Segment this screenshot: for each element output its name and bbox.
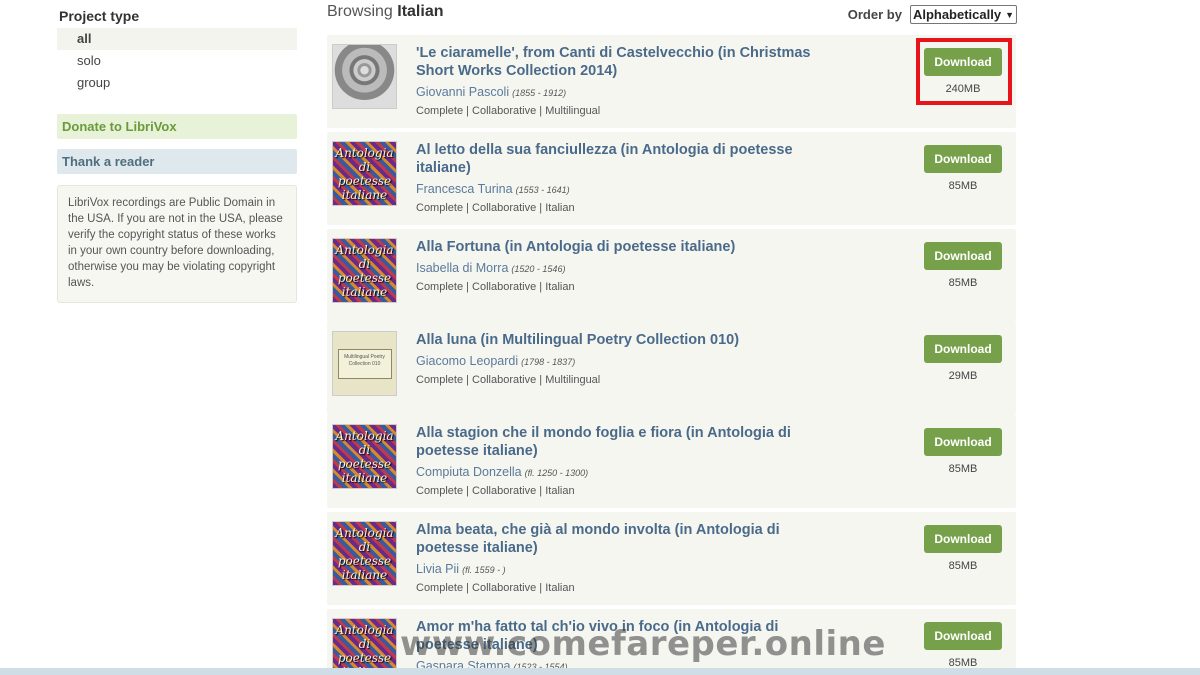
result-item: Multilingual Poetry Collection 010 Alla … <box>327 322 1016 415</box>
cover-image[interactable]: Antologia di poetesse italiane <box>332 521 397 586</box>
result-title[interactable]: Alla Fortuna (in Antologia di poetesse i… <box>416 238 836 256</box>
order-by-label: Order by <box>847 7 902 22</box>
result-title[interactable]: Al letto della sua fanciullezza (in Anto… <box>416 141 836 177</box>
download-button[interactable]: Download <box>924 242 1002 270</box>
cover-text: poetesse <box>337 173 392 188</box>
cover-text: Multilingual Poetry Collection 010 <box>337 348 392 379</box>
cover-text: poetesse <box>337 553 392 568</box>
result-title[interactable]: Alla stagion che il mondo foglia e fiora… <box>416 424 836 460</box>
result-meta: Complete | Collaborative | Italian <box>416 281 575 293</box>
thank-reader-link[interactable]: Thank a reader <box>57 149 297 174</box>
cover-image[interactable]: Multilingual Poetry Collection 010 <box>332 331 397 396</box>
download-button[interactable]: Download <box>924 335 1002 363</box>
cover-text: di <box>358 636 371 651</box>
author-name[interactable]: Livia Pii <box>416 562 459 576</box>
cover-text: italiane <box>341 470 388 485</box>
cover-image[interactable]: Antologia di poetesse italiane <box>332 238 397 303</box>
download-button[interactable]: Download <box>924 428 1002 456</box>
result-meta: Complete | Collaborative | Multilingual <box>416 374 601 386</box>
cover-text: italiane <box>341 567 388 582</box>
watermark: www.comefareper.online <box>400 624 886 664</box>
horizontal-scrollbar[interactable] <box>0 668 1200 675</box>
browse-prefix: Browsing <box>327 3 398 20</box>
result-meta: Complete | Collaborative | Multilingual <box>416 105 601 117</box>
file-size: 29MB <box>948 370 978 382</box>
cover-text: di <box>358 442 371 457</box>
filter-group[interactable]: group <box>57 72 297 94</box>
project-type-heading: Project type <box>59 8 140 24</box>
cover-image[interactable]: Antologia di poetesse italiane <box>332 618 397 675</box>
cover-image[interactable]: Antologia di poetesse italiane <box>332 141 397 206</box>
results-panel: Browsing Italian Order by Alphabetically… <box>327 0 1017 675</box>
page-title: Browsing Italian <box>327 3 443 21</box>
cover-text: poetesse <box>337 270 392 285</box>
result-author: Giacomo Leopardi (1798 - 1837) <box>416 354 575 368</box>
highlight-box <box>916 38 1012 105</box>
cover-text: italiane <box>341 187 388 202</box>
result-meta: Complete | Collaborative | Italian <box>416 582 575 594</box>
order-by-select[interactable]: Alphabetically ▼ <box>909 5 1017 24</box>
project-type-filter-list: all solo group <box>57 28 297 94</box>
result-author: Livia Pii (fl. 1559 - ) <box>416 562 506 576</box>
cover-text: Antologia <box>335 145 394 160</box>
author-name[interactable]: Giovanni Pascoli <box>416 85 509 99</box>
cover-text: Antologia <box>335 525 394 540</box>
cover-text: di <box>358 159 371 174</box>
author-dates: (1855 - 1912) <box>512 88 567 98</box>
cover-text: italiane <box>341 284 388 299</box>
filter-all[interactable]: all <box>57 28 297 50</box>
cover-image[interactable] <box>332 44 397 109</box>
cover-text: Antologia <box>335 622 394 637</box>
file-size: 85MB <box>948 180 978 192</box>
results-header: Browsing Italian Order by Alphabetically… <box>327 0 1017 32</box>
author-name[interactable]: Isabella di Morra <box>416 261 508 275</box>
sidebar: Project type all solo group Donate to Li… <box>57 0 297 303</box>
order-by-control: Order by Alphabetically ▼ <box>848 5 1017 24</box>
file-size: 85MB <box>948 277 978 289</box>
author-name[interactable]: Giacomo Leopardi <box>416 354 518 368</box>
file-size: 85MB <box>948 463 978 475</box>
author-name[interactable]: Compiuta Donzella <box>416 465 522 479</box>
cover-text: di <box>358 256 371 271</box>
copyright-notice: LibriVox recordings are Public Domain in… <box>57 185 297 303</box>
author-dates: (1798 - 1837) <box>521 357 576 367</box>
result-item: Antologia di poetesse italiane Alla stag… <box>327 415 1016 508</box>
cover-text: poetesse <box>337 650 392 665</box>
filter-solo[interactable]: solo <box>57 50 297 72</box>
result-item: Antologia di poetesse italiane Al letto … <box>327 132 1016 225</box>
download-button[interactable]: Download <box>924 525 1002 553</box>
result-item: Antologia di poetesse italiane Alla Fort… <box>327 229 1016 322</box>
result-author: Isabella di Morra (1520 - 1546) <box>416 261 565 275</box>
author-dates: (1553 - 1641) <box>515 185 570 195</box>
author-name[interactable]: Francesca Turina <box>416 182 513 196</box>
result-author: Francesca Turina (1553 - 1641) <box>416 182 570 196</box>
cover-text: Antologia <box>335 428 394 443</box>
donate-link[interactable]: Donate to LibriVox <box>57 114 297 139</box>
result-meta: Complete | Collaborative | Italian <box>416 485 575 497</box>
download-button[interactable]: Download <box>924 622 1002 650</box>
result-title[interactable]: Alma beata, che già al mondo involta (in… <box>416 521 836 557</box>
result-title[interactable]: Alla luna (in Multilingual Poetry Collec… <box>416 331 836 349</box>
file-size: 85MB <box>948 560 978 572</box>
result-item: Antologia di poetesse italiane Alma beat… <box>327 512 1016 605</box>
author-dates: (1520 - 1546) <box>511 264 566 274</box>
cover-text: poetesse <box>337 456 392 471</box>
cover-image[interactable]: Antologia di poetesse italiane <box>332 424 397 489</box>
cover-text: di <box>358 539 371 554</box>
result-author: Giovanni Pascoli (1855 - 1912) <box>416 85 566 99</box>
author-dates: (fl. 1250 - 1300) <box>524 468 589 478</box>
chevron-down-icon: ▼ <box>1005 9 1014 20</box>
result-meta: Complete | Collaborative | Italian <box>416 202 575 214</box>
order-by-value: Alphabetically <box>912 7 1002 22</box>
author-dates: (fl. 1559 - ) <box>462 565 506 575</box>
cover-text: Antologia <box>335 242 394 257</box>
result-item: 'Le ciaramelle', from Canti di Castelvec… <box>327 35 1016 128</box>
result-title[interactable]: 'Le ciaramelle', from Canti di Castelvec… <box>416 44 836 80</box>
browse-language: Italian <box>397 3 444 20</box>
download-button[interactable]: Download <box>924 145 1002 173</box>
result-author: Compiuta Donzella (fl. 1250 - 1300) <box>416 465 588 479</box>
